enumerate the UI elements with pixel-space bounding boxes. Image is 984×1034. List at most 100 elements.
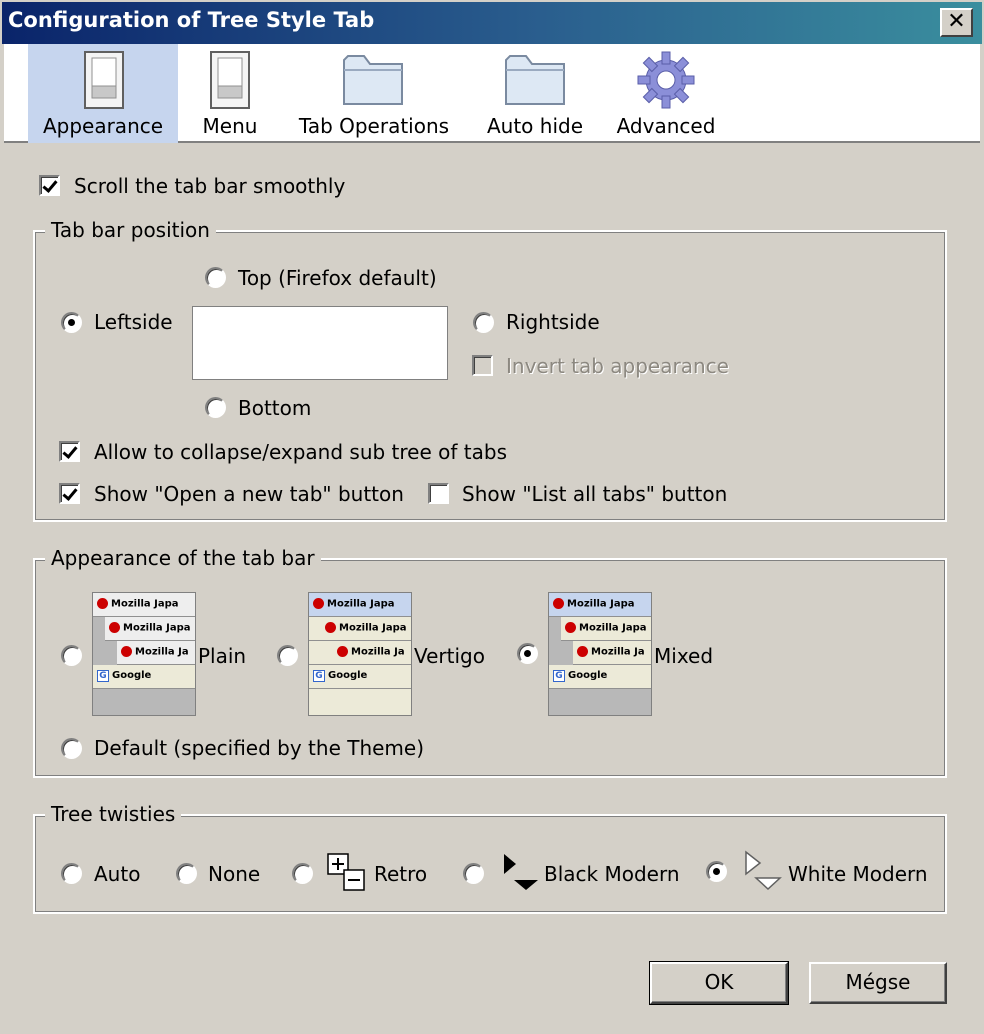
preview-text: Google bbox=[112, 670, 152, 681]
white-modern-twisty-icon bbox=[745, 850, 782, 891]
twisty-black-modern-label: Black Modern bbox=[544, 862, 680, 886]
preview-row: Mozilla Japa bbox=[105, 617, 195, 641]
tab-advanced[interactable]: Advanced bbox=[610, 44, 722, 143]
scroll-smoothly-checkbox[interactable] bbox=[39, 175, 60, 196]
pane-toolbar: Appearance Menu Tab Operations Auto hide bbox=[4, 44, 980, 143]
twisty-white-modern-label: White Modern bbox=[788, 862, 928, 886]
twisty-white-modern-radio[interactable] bbox=[706, 861, 727, 882]
collapse-subtree-checkbox[interactable] bbox=[59, 441, 80, 462]
preview-row: Mozilla Ja bbox=[117, 641, 195, 665]
tab-auto-hide[interactable]: Auto hide bbox=[478, 44, 592, 143]
new-tab-button-checkbox[interactable] bbox=[59, 483, 80, 504]
preview-row: G Google bbox=[549, 665, 651, 689]
mozilla-icon bbox=[325, 622, 336, 633]
group-legend: Tab bar position bbox=[45, 218, 216, 242]
position-left-radio[interactable] bbox=[61, 312, 82, 333]
preview-row: Mozilla Ja bbox=[573, 641, 651, 665]
preview-row: Mozilla Ja bbox=[309, 641, 411, 665]
preview-row: Mozilla Japa bbox=[93, 593, 195, 617]
tab-appearance[interactable]: Appearance bbox=[28, 44, 178, 143]
position-top-label: Top (Firefox default) bbox=[238, 266, 437, 290]
invert-tab-label: Invert tab appearance bbox=[506, 354, 729, 378]
scroll-smoothly-label: Scroll the tab bar smoothly bbox=[74, 174, 346, 198]
preview-text: Google bbox=[568, 670, 608, 681]
cancel-button[interactable]: Mégse bbox=[809, 962, 947, 1004]
preview-row: Mozilla Japa bbox=[561, 617, 651, 641]
close-icon: ✕ bbox=[947, 9, 966, 34]
retro-twisty-icon bbox=[327, 853, 365, 891]
position-right-label: Rightside bbox=[506, 310, 600, 334]
style-vertigo-label: Vertigo bbox=[414, 644, 485, 668]
preview-row: G Google bbox=[93, 665, 195, 689]
folder-icon bbox=[505, 55, 565, 105]
window-title: Configuration of Tree Style Tab bbox=[8, 8, 375, 32]
twisty-auto-label: Auto bbox=[94, 862, 141, 886]
invert-tab-checkbox[interactable] bbox=[472, 355, 493, 376]
mozilla-icon bbox=[337, 646, 348, 657]
folder-icon bbox=[343, 55, 403, 105]
style-default-label: Default (specified by the Theme) bbox=[94, 736, 425, 760]
close-button[interactable]: ✕ bbox=[940, 8, 973, 37]
tab-menu[interactable]: Menu bbox=[190, 44, 270, 143]
list-all-tabs-label: Show "List all tabs" button bbox=[462, 482, 728, 506]
preview-text: Mozilla Japa bbox=[339, 622, 407, 634]
google-icon: G bbox=[553, 670, 565, 682]
style-mixed-radio[interactable] bbox=[517, 643, 538, 664]
preview-text: Mozilla Japa bbox=[123, 622, 191, 634]
position-bottom-label: Bottom bbox=[238, 396, 312, 420]
twisty-none-radio[interactable] bbox=[176, 863, 197, 884]
mozilla-icon bbox=[553, 598, 564, 609]
preview-text: Mozilla Ja bbox=[135, 646, 189, 658]
mozilla-icon bbox=[97, 598, 108, 609]
ok-button[interactable]: OK bbox=[649, 961, 789, 1005]
preview-text: Mozilla Ja bbox=[591, 646, 645, 658]
style-mixed-label: Mixed bbox=[654, 644, 714, 668]
style-plain-radio[interactable] bbox=[61, 645, 82, 666]
position-top-radio[interactable] bbox=[205, 267, 226, 288]
collapse-subtree-label: Allow to collapse/expand sub tree of tab… bbox=[94, 440, 507, 464]
plain-preview: Mozilla Japa Mozilla Japa Mozilla Ja G Go… bbox=[92, 592, 196, 716]
twisty-retro-label: Retro bbox=[374, 862, 428, 886]
position-right-radio[interactable] bbox=[473, 312, 494, 333]
preview-row: Mozilla Japa bbox=[549, 593, 651, 617]
mixed-preview: Mozilla Japa Mozilla Japa Mozilla Ja G Go… bbox=[548, 592, 652, 716]
tab-label: Menu bbox=[202, 114, 258, 138]
group-legend: Tree twisties bbox=[45, 802, 182, 826]
preview-row: Mozilla Japa bbox=[309, 617, 411, 641]
twisty-retro-radio[interactable] bbox=[292, 863, 313, 884]
twisty-none-label: None bbox=[208, 862, 261, 886]
preview-text: Mozilla Japa bbox=[327, 598, 395, 610]
preview-text: Mozilla Japa bbox=[111, 598, 179, 610]
style-vertigo-radio[interactable] bbox=[277, 645, 298, 666]
twisty-black-modern-radio[interactable] bbox=[463, 863, 484, 884]
tab-label: Advanced bbox=[616, 114, 716, 138]
preview-row: Mozilla Japa bbox=[309, 593, 411, 617]
mozilla-icon bbox=[313, 598, 324, 609]
vertigo-preview: Mozilla Japa Mozilla Japa Mozilla Ja G Go… bbox=[308, 592, 412, 716]
position-bottom-radio[interactable] bbox=[205, 397, 226, 418]
preview-text: Mozilla Japa bbox=[579, 622, 647, 634]
position-preview bbox=[192, 306, 448, 380]
preview-text: Mozilla Ja bbox=[351, 646, 405, 658]
switch-icon bbox=[84, 51, 124, 109]
new-tab-button-label: Show "Open a new tab" button bbox=[94, 482, 404, 506]
preview-text: Google bbox=[328, 670, 368, 681]
mozilla-icon bbox=[577, 646, 588, 657]
style-plain-label: Plain bbox=[198, 644, 247, 668]
list-all-tabs-checkbox[interactable] bbox=[428, 483, 449, 504]
position-left-label: Leftside bbox=[94, 310, 173, 334]
mozilla-icon bbox=[109, 622, 120, 633]
preview-row: G Google bbox=[309, 665, 411, 689]
mozilla-icon bbox=[565, 622, 576, 633]
twisty-auto-radio[interactable] bbox=[61, 863, 82, 884]
tab-bar-position-group bbox=[33, 230, 947, 522]
group-legend: Appearance of the tab bar bbox=[45, 546, 321, 570]
mozilla-icon bbox=[121, 646, 132, 657]
style-default-radio[interactable] bbox=[61, 738, 82, 759]
tab-label: Tab Operations bbox=[298, 114, 450, 138]
tab-tab-operations[interactable]: Tab Operations bbox=[294, 44, 454, 143]
black-modern-twisty-icon bbox=[504, 854, 538, 890]
switch-icon bbox=[210, 51, 250, 109]
gear-icon bbox=[637, 51, 695, 109]
google-icon: G bbox=[313, 670, 325, 682]
